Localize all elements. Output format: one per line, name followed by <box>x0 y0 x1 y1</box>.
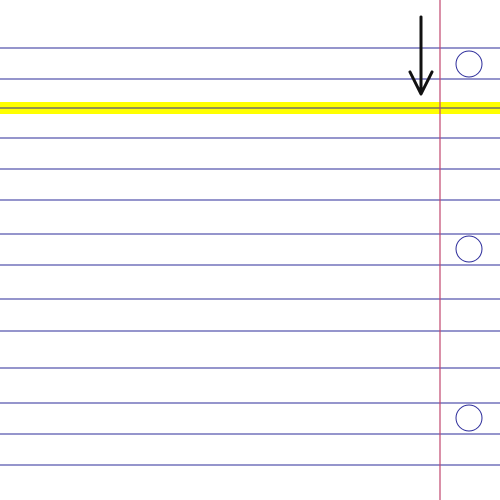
binder-hole <box>455 235 483 263</box>
binder-hole <box>455 404 483 432</box>
binder-hole <box>455 50 483 78</box>
ruled-paper <box>0 0 500 500</box>
paper-background <box>0 0 500 500</box>
